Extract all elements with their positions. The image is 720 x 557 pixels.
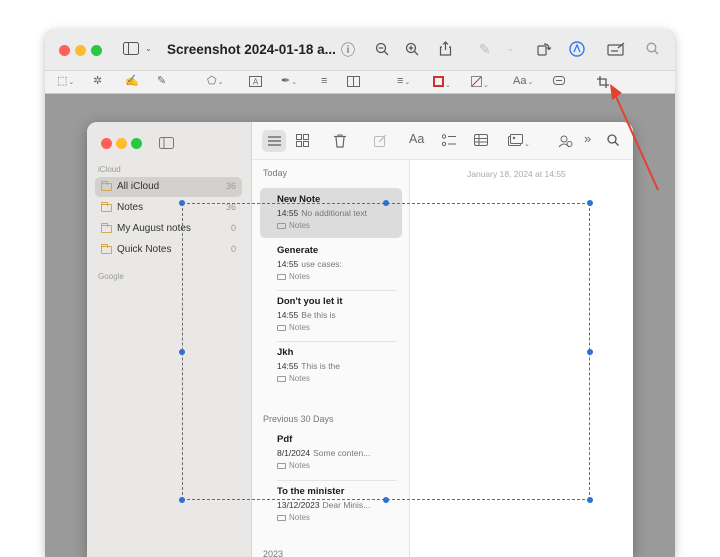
text-style-label: Aa [513, 75, 527, 87]
page-layout-icon[interactable] [347, 76, 360, 90]
resize-handle-left[interactable] [179, 349, 185, 355]
border-color-icon[interactable]: ⌄ [433, 76, 451, 90]
preview-titlebar: ⌄ Screenshot 2024-01-18 a... ⓘ ✎ ⌄ [45, 30, 675, 70]
notes-minimize-button[interactable] [116, 138, 127, 149]
folder-label: All iCloud [117, 181, 160, 192]
crop-selection-rectangle[interactable] [182, 203, 590, 500]
note-time: 13/12/2023 [277, 500, 320, 510]
notes-icon[interactable] [553, 76, 565, 90]
magic-select-icon[interactable]: ✲ [93, 76, 102, 87]
folder-label: My August notes [117, 223, 191, 234]
folder-label: Notes [117, 202, 144, 213]
rotate-icon[interactable] [537, 41, 552, 58]
more-chevron-icon[interactable]: » [584, 132, 591, 145]
google-heading: Google [98, 272, 124, 281]
highlight-chevron-down-icon[interactable]: ⌄ [507, 45, 514, 53]
folder-icon [101, 223, 112, 233]
sketch-icon[interactable]: ✍ [125, 76, 139, 87]
text-box-icon[interactable]: A [249, 76, 262, 90]
resize-handle-bottom-left[interactable] [179, 497, 185, 503]
sidebar-chevron-down-icon[interactable]: ⌄ [145, 45, 152, 53]
today-heading: Today [263, 168, 288, 178]
folder-icon [101, 202, 112, 212]
compose-icon[interactable] [374, 134, 387, 149]
markup-toolbar: ⬚⌄ ✲ ✍ ✎ ⬠⌄ A ✒⌄ ≡ ≡⌄ ⌄ ⌄ Aa⌄ [45, 70, 675, 94]
format-text-button[interactable]: Aa [409, 133, 424, 146]
editor-date: January 18, 2024 at 14:55 [467, 169, 566, 179]
form-fill-icon[interactable] [607, 42, 625, 58]
folder-all-icloud[interactable]: All iCloud 36 [95, 177, 242, 197]
notes-zoom-button[interactable] [131, 138, 142, 149]
trash-icon[interactable] [334, 134, 346, 150]
table-icon[interactable] [474, 134, 488, 148]
fill-color-icon[interactable]: ⌄ [471, 76, 489, 90]
note-meta: 13/12/2023 Dear Minis... [277, 500, 370, 510]
minimize-button[interactable] [75, 45, 86, 56]
sign-icon[interactable]: ✒⌄ [281, 76, 297, 87]
info-icon[interactable]: ⓘ [341, 43, 355, 57]
text-style-icon[interactable]: Aa⌄ [513, 76, 533, 87]
close-button[interactable] [59, 45, 70, 56]
svg-text:A: A [253, 78, 259, 87]
zoom-in-icon[interactable] [405, 42, 419, 58]
zoom-button[interactable] [91, 45, 102, 56]
window-title: Screenshot 2024-01-18 a... [167, 42, 336, 57]
markup-icon[interactable] [569, 41, 585, 59]
zoom-out-icon[interactable] [375, 42, 389, 58]
list-view-icon[interactable] [262, 130, 286, 152]
shapes-icon[interactable]: ⬠⌄ [207, 76, 223, 87]
highlight-icon[interactable]: ✎ [479, 42, 491, 56]
year-2023-heading: 2023 [263, 549, 284, 557]
line-style-icon[interactable]: ≡⌄ [397, 76, 410, 87]
resize-handle-bottom[interactable] [383, 497, 389, 503]
notes-close-button[interactable] [101, 138, 112, 149]
search-icon[interactable] [646, 42, 659, 57]
note-folder-label: Notes [289, 513, 310, 522]
media-icon[interactable]: ⌄ [508, 134, 530, 148]
folder-icon [101, 244, 112, 254]
sidebar-icon[interactable] [123, 42, 139, 57]
resize-handle-top-right[interactable] [587, 200, 593, 206]
align-icon[interactable]: ≡ [321, 76, 327, 87]
share-icon[interactable] [439, 41, 452, 58]
notes-sidebar-icon[interactable] [159, 137, 174, 151]
resize-handle-top-left[interactable] [179, 200, 185, 206]
resize-handle-bottom-right[interactable] [587, 497, 593, 503]
rect-select-icon[interactable]: ⬚⌄ [57, 76, 74, 87]
folder-icon [277, 515, 286, 521]
resize-handle-top[interactable] [383, 200, 389, 206]
gallery-view-icon[interactable] [296, 134, 309, 149]
note-preview: Dear Minis... [322, 500, 371, 510]
collaborate-icon[interactable] [558, 134, 573, 150]
draw-icon[interactable]: ✎ [157, 76, 166, 87]
note-folder: Notes [277, 513, 310, 522]
checklist-icon[interactable] [441, 134, 456, 149]
notes-toolbar: Aa ⌄ » [252, 122, 633, 160]
folder-label: Quick Notes [117, 244, 172, 255]
folder-icon [101, 181, 112, 191]
resize-handle-right[interactable] [587, 349, 593, 355]
icloud-heading: iCloud [98, 165, 121, 174]
folder-count: 36 [225, 181, 236, 191]
annotation-arrow-icon [610, 84, 659, 191]
